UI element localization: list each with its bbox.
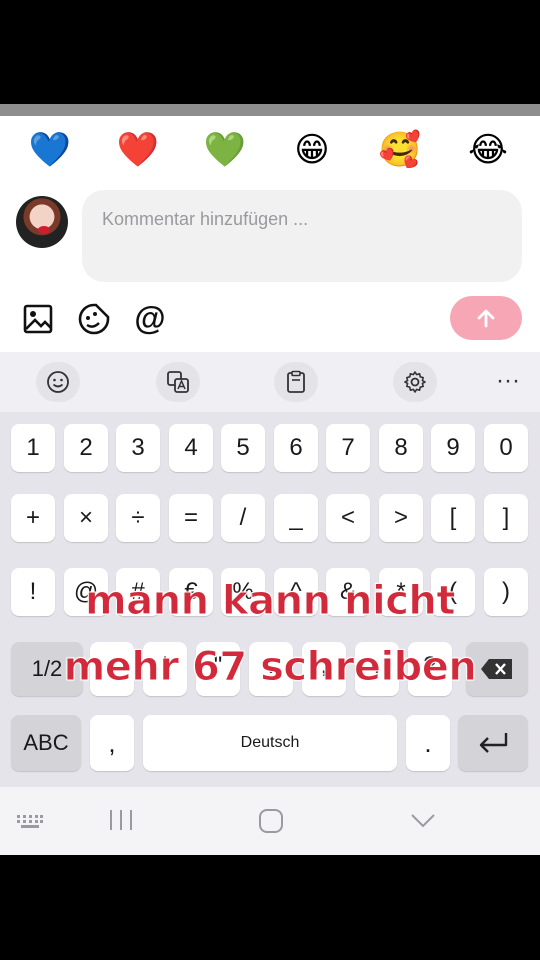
key-6[interactable]: 6 (274, 424, 318, 472)
laughing-tears-emoji[interactable]: 😂 (466, 128, 510, 172)
key-1[interactable]: 1 (11, 424, 55, 472)
settings-key[interactable] (393, 362, 437, 402)
key-equals[interactable]: = (169, 494, 213, 542)
key-5[interactable]: 5 (221, 424, 265, 472)
more-icon[interactable]: ··· (486, 366, 530, 396)
sticker-icon[interactable] (77, 302, 111, 336)
key-multiply[interactable]: × (64, 494, 108, 542)
key-plus[interactable]: + (11, 494, 55, 542)
arrow-up-icon (477, 309, 495, 328)
key-right-bracket[interactable]: ] (484, 494, 528, 542)
clipboard-key[interactable] (274, 362, 318, 402)
keyboard-toolbar (0, 352, 540, 412)
enter-icon (479, 733, 508, 753)
overlay-caption-line1: mann kann nicht (84, 578, 456, 625)
emoji-icon (47, 371, 69, 393)
overlay-caption-line2: mehr 67 schreiben (63, 644, 477, 691)
key-8[interactable]: 8 (379, 424, 423, 472)
key-left-bracket[interactable]: [ (431, 494, 475, 542)
key-0[interactable]: 0 (484, 424, 528, 472)
abc-key[interactable]: ABC (11, 715, 81, 771)
key-7[interactable]: 7 (326, 424, 370, 472)
key-slash[interactable]: / (221, 494, 265, 542)
home-icon[interactable] (258, 808, 284, 834)
key-9[interactable]: 9 (431, 424, 475, 472)
emoji-quick-bar: 💙 ❤️ 💚 😁 🥰 😂 (0, 128, 540, 172)
clipboard-icon (287, 370, 305, 393)
image-icon[interactable] (22, 302, 56, 336)
period-key[interactable]: . (406, 715, 450, 771)
key-divide[interactable]: ÷ (116, 494, 160, 542)
enter-key[interactable] (458, 715, 528, 771)
settings-icon (404, 371, 426, 393)
avatar (16, 196, 68, 248)
translate-icon (167, 371, 189, 393)
red-heart-emoji[interactable]: ❤️ (116, 128, 160, 172)
translate-key[interactable] (156, 362, 200, 402)
key-3[interactable]: 3 (116, 424, 160, 472)
green-heart-emoji[interactable]: 💚 (203, 128, 247, 172)
key-underscore[interactable]: _ (274, 494, 318, 542)
comma-key[interactable]: , (90, 715, 134, 771)
keyboard-hide-icon[interactable] (16, 814, 44, 830)
back-icon[interactable] (410, 812, 436, 830)
send-button[interactable] (450, 296, 522, 340)
key-2[interactable]: 2 (64, 424, 108, 472)
blue-heart-emoji[interactable]: 💙 (28, 128, 72, 172)
recents-icon[interactable] (108, 808, 134, 832)
at-icon[interactable]: @ (133, 298, 167, 336)
space-key[interactable]: Deutsch (143, 715, 397, 771)
comment-input[interactable] (100, 206, 504, 232)
key-greater-than[interactable]: > (379, 494, 423, 542)
key-4[interactable]: 4 (169, 424, 213, 472)
smiling-hearts-emoji[interactable]: 🥰 (378, 128, 422, 172)
top-divider (0, 104, 540, 116)
emoji-key[interactable] (36, 362, 80, 402)
grin-emoji[interactable]: 😁 (290, 128, 334, 172)
comment-input-box[interactable] (82, 190, 522, 282)
key-less-than[interactable]: < (326, 494, 370, 542)
